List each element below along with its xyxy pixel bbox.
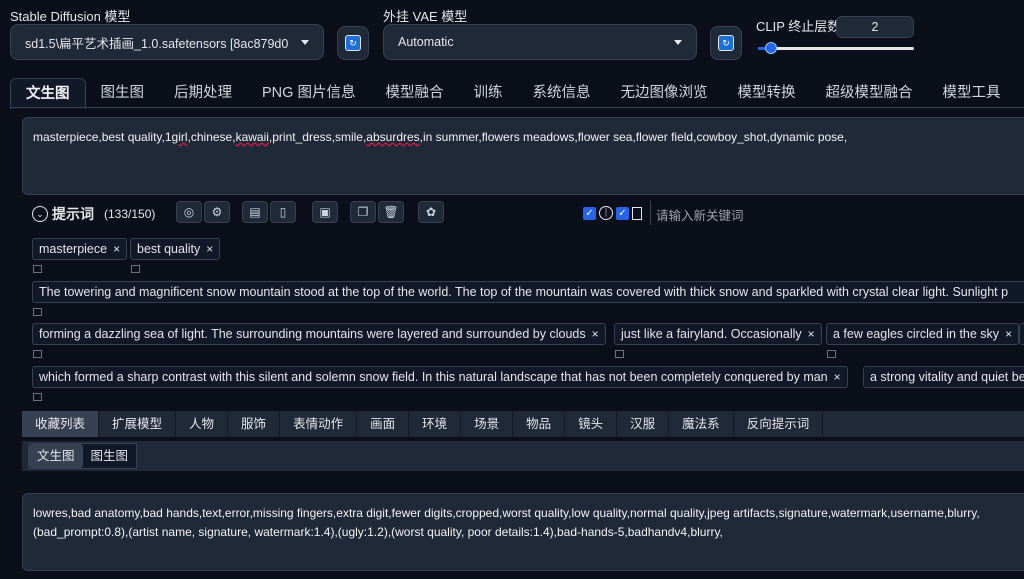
vae-dropdown[interactable]: Automatic bbox=[383, 24, 697, 60]
prompt-title: 提示词 bbox=[52, 206, 94, 222]
toolbar-checks: ✓ ⏐ ✓ bbox=[583, 206, 642, 220]
keyword-placeholder: 请输入新关键词 bbox=[656, 209, 744, 223]
category-12[interactable]: 反向提示词 bbox=[734, 411, 824, 437]
history-icon[interactable]: ▤ bbox=[242, 201, 268, 223]
category-8[interactable]: 物品 bbox=[513, 411, 566, 437]
subtab-txt2img[interactable]: 文生图 bbox=[29, 444, 83, 468]
category-6[interactable]: 环境 bbox=[409, 411, 462, 437]
close-icon: × bbox=[807, 327, 815, 341]
keyword-input[interactable]: 请输入新关键词 bbox=[650, 201, 1024, 225]
sd-model-value: sd1.5\扁平艺术插画_1.0.safetensors [8ac879d0 bbox=[25, 36, 289, 51]
chevron-down-icon bbox=[674, 39, 682, 45]
tag-item[interactable]: a strong vitality and quiet be bbox=[863, 366, 1024, 388]
sd-model-dropdown[interactable]: sd1.5\扁平艺术插画_1.0.safetensors [8ac879d0 bbox=[10, 24, 324, 60]
tab-6[interactable]: 系统信息 bbox=[517, 78, 605, 108]
tab-5[interactable]: 训练 bbox=[458, 78, 517, 108]
clip-skip-number-input[interactable]: 2 bbox=[836, 16, 914, 38]
toolbar-group-4: ❐ 🗑 bbox=[350, 201, 404, 223]
tab-2[interactable]: 后期处理 bbox=[159, 78, 247, 108]
close-icon: × bbox=[206, 242, 214, 256]
tag-edit-icon[interactable] bbox=[615, 350, 624, 358]
translate-globe-icon[interactable]: ◎ bbox=[176, 201, 202, 223]
tab-7[interactable]: 无边图像浏览 bbox=[605, 78, 722, 108]
category-bar: 收藏列表 扩展模型 人物 服饰 表情动作 画面 环境 场景 物品 镜头 汉服 魔法系 反向提示词 bbox=[22, 411, 1024, 437]
subtab-bar: 文生图 图生图 bbox=[28, 443, 138, 469]
tab-0[interactable]: 文生图 bbox=[10, 78, 86, 109]
category-0[interactable]: 收藏列表 bbox=[22, 411, 100, 437]
vae-value: Automatic bbox=[398, 35, 454, 49]
category-2[interactable]: 人物 bbox=[176, 411, 229, 437]
toolbar-group-5: ✿ bbox=[418, 201, 444, 223]
chevron-down-icon bbox=[301, 39, 309, 45]
tag-edit-icon[interactable] bbox=[827, 350, 836, 358]
image-text-icon[interactable]: ▣ bbox=[312, 201, 338, 223]
tag-item[interactable] bbox=[1019, 323, 1024, 345]
tab-3[interactable]: PNG 图片信息 bbox=[247, 78, 370, 108]
vae-label: 外挂 VAE 模型 bbox=[383, 9, 468, 24]
refresh-vae-button[interactable]: ↻ bbox=[710, 26, 742, 60]
tab-1[interactable]: 图生图 bbox=[86, 78, 160, 108]
slider-thumb[interactable] bbox=[764, 42, 777, 54]
tab-9[interactable]: 超级模型融合 bbox=[810, 78, 927, 108]
clip-skip-slider[interactable] bbox=[758, 42, 914, 54]
prompt-toolbar-title[interactable]: ⌄ 提示词 (133/150) bbox=[32, 204, 155, 224]
tag-item[interactable]: which formed a sharp contrast with this … bbox=[32, 366, 848, 388]
prompt-token-count: (133/150) bbox=[104, 207, 156, 221]
tag-edit-icon[interactable] bbox=[33, 265, 42, 273]
collapse-circle-icon: ⌄ bbox=[32, 206, 48, 222]
tag-item[interactable]: The towering and magnificent snow mounta… bbox=[32, 281, 1024, 303]
category-5[interactable]: 画面 bbox=[357, 411, 410, 437]
category-7[interactable]: 场景 bbox=[461, 411, 514, 437]
tag-item[interactable]: just like a fairyland. Occasionally × bbox=[614, 323, 822, 345]
tag-edit-icon[interactable] bbox=[131, 265, 140, 273]
tab-8[interactable]: 模型转换 bbox=[722, 78, 810, 108]
close-icon: × bbox=[833, 370, 841, 384]
sd-model-label: Stable Diffusion 模型 bbox=[10, 9, 131, 24]
category-11[interactable]: 魔法系 bbox=[669, 411, 734, 437]
panel-icon[interactable] bbox=[632, 206, 642, 220]
copy-icon[interactable]: ❐ bbox=[350, 201, 376, 223]
prompt-textarea[interactable]: masterpiece,best quality,1girl,chinese,k… bbox=[22, 117, 1024, 195]
toolbar-group-3: ▣ bbox=[312, 201, 338, 223]
subtab-img2img[interactable]: 图生图 bbox=[83, 444, 137, 468]
main-tabs: 文生图 图生图 后期处理 PNG 图片信息 模型融合 训练 系统信息 无边图像浏览 模型转换 超级… bbox=[10, 78, 1015, 109]
tag-item[interactable]: a few eagles circled in the sky × bbox=[826, 323, 1020, 345]
close-icon: × bbox=[591, 327, 599, 341]
checkbox-1[interactable]: ✓ bbox=[583, 206, 596, 220]
tag-item[interactable]: best quality × bbox=[130, 238, 221, 260]
toolbar-group-2: ▤ ▯ bbox=[242, 201, 296, 223]
tag-edit-icon[interactable] bbox=[33, 350, 42, 358]
clip-skip-label: CLIP 终止层数 bbox=[756, 19, 841, 34]
tag-edit-icon[interactable] bbox=[33, 308, 42, 316]
tab-4[interactable]: 模型融合 bbox=[370, 78, 458, 108]
close-icon: × bbox=[1005, 327, 1013, 341]
category-3[interactable]: 服饰 bbox=[228, 411, 281, 437]
tab-10[interactable]: 模型工具 bbox=[927, 78, 1015, 108]
refresh-icon: ↻ bbox=[718, 35, 734, 51]
bookmark-icon[interactable]: ▯ bbox=[270, 201, 296, 223]
category-9[interactable]: 镜头 bbox=[565, 411, 618, 437]
close-icon: × bbox=[113, 242, 121, 256]
settings-gear-icon[interactable]: ⚙ bbox=[204, 201, 230, 223]
trash-icon[interactable]: 🗑 bbox=[378, 201, 404, 223]
clock-icon[interactable]: ⏐ bbox=[599, 206, 613, 220]
openai-icon[interactable]: ✿ bbox=[418, 201, 444, 223]
category-10[interactable]: 汉服 bbox=[617, 411, 670, 437]
toolbar-group-1: ◎ ⚙ bbox=[176, 201, 230, 223]
checkbox-2[interactable]: ✓ bbox=[616, 206, 629, 220]
subtab-panel: 文生图 图生图 bbox=[22, 441, 1024, 471]
tag-item[interactable]: masterpiece × bbox=[32, 238, 128, 260]
refresh-icon: ↻ bbox=[345, 35, 361, 51]
tag-item[interactable]: forming a dazzling sea of light. The sur… bbox=[32, 323, 606, 345]
category-1[interactable]: 扩展模型 bbox=[99, 411, 177, 437]
category-4[interactable]: 表情动作 bbox=[280, 411, 358, 437]
negative-prompt-textarea[interactable]: lowres,bad anatomy,bad hands,text,error,… bbox=[22, 493, 1024, 571]
tag-edit-icon[interactable] bbox=[33, 393, 42, 401]
refresh-sd-model-button[interactable]: ↻ bbox=[337, 26, 369, 60]
